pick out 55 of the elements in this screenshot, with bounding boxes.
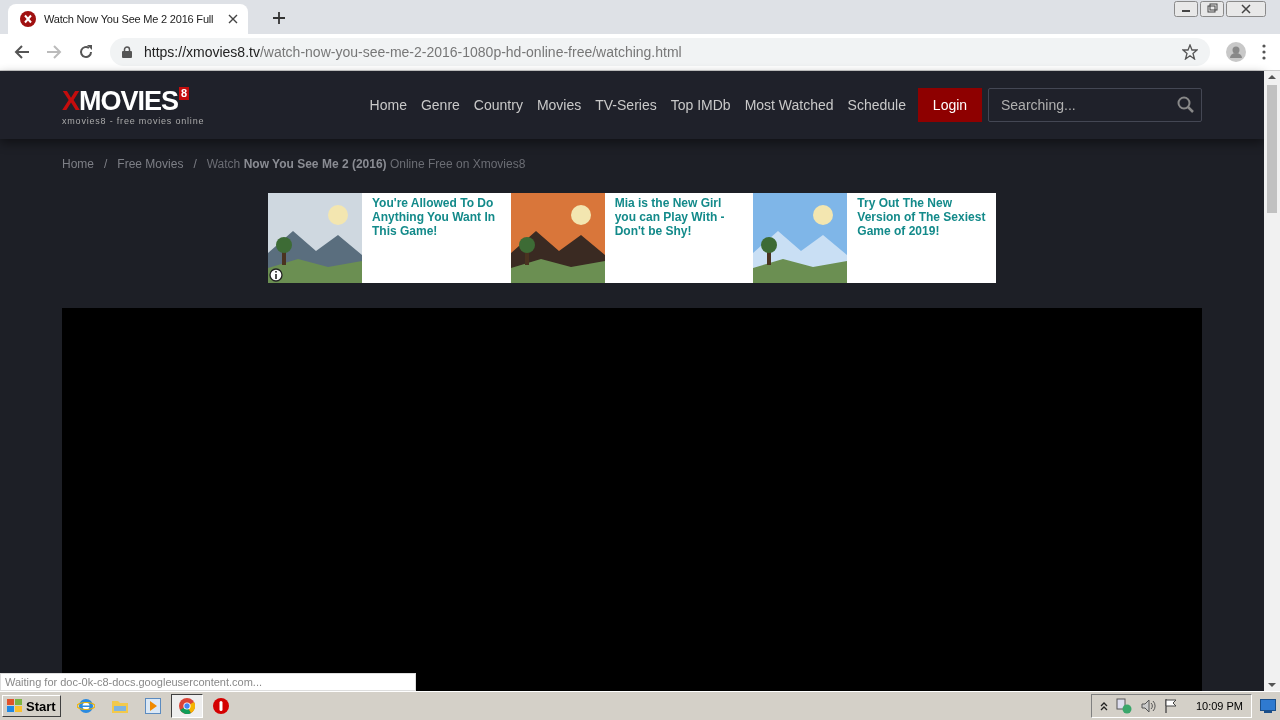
login-button[interactable]: Login (918, 88, 982, 122)
chrome-icon (178, 698, 195, 714)
menu-icon[interactable] (1262, 44, 1266, 60)
scrollbar[interactable] (1264, 71, 1280, 691)
back-icon[interactable] (14, 44, 30, 60)
logo-letter: X (62, 86, 79, 115)
star-icon[interactable] (1182, 44, 1198, 60)
x-logo-icon (20, 11, 36, 27)
nav-link[interactable]: Movies (536, 97, 582, 113)
plus-icon[interactable] (272, 11, 286, 25)
nav-link[interactable]: Home (369, 97, 407, 113)
tab-title: Watch Now You See Me 2 2016 Full (44, 13, 215, 25)
status-bubble: Waiting for doc-0k-c8-docs.googleusercontent.com... (0, 673, 416, 691)
show-desktop-icon[interactable] (1260, 699, 1276, 713)
flag-icon[interactable] (1163, 698, 1178, 714)
close-icon[interactable] (228, 14, 238, 24)
logo-badge: 8 (179, 86, 190, 100)
breadcrumb-link[interactable]: Free Movies (117, 157, 184, 171)
browser-tab[interactable]: Watch Now You See Me 2 2016 Full (8, 4, 248, 34)
windows-logo-icon (7, 699, 23, 713)
search-field[interactable]: Searching... (988, 88, 1202, 122)
nav-link[interactable]: Country (473, 97, 523, 113)
speaker-icon[interactable] (1139, 698, 1156, 714)
logo-tagline: xmovies8 - free movies online (62, 115, 205, 126)
minimize-icon[interactable] (1174, 1, 1198, 17)
breadcrumb-separator: / (104, 157, 108, 171)
nav-link[interactable]: Genre (420, 97, 460, 113)
reload-icon[interactable] (78, 44, 94, 60)
stop-sign-icon[interactable] (212, 698, 229, 714)
avatar-icon[interactable] (1226, 42, 1246, 62)
close-icon[interactable] (1226, 1, 1266, 17)
nav-link[interactable]: TV-Series (595, 97, 657, 113)
nav-link[interactable]: Schedule (847, 97, 906, 113)
ad-headline[interactable]: You're Allowed To Do Anything You Want In This Game! (362, 193, 511, 283)
breadcrumb-current: Watch Now You See Me 2 (2016) Online Free on Xmovies8 (206, 157, 526, 171)
taskbar-button[interactable] (170, 694, 203, 718)
lock-icon (122, 46, 132, 58)
address-bar[interactable]: https://xmovies8.tv/watch-now-you-see-me-2-2016-1080p-hd-online-free/watching.html (110, 38, 1210, 66)
ad-headline[interactable]: Mia is the New Girl you can Play With - Don't be Shy! (604, 193, 754, 283)
clock[interactable]: 10:09 PM (1195, 700, 1243, 712)
media-player-icon[interactable] (144, 698, 161, 714)
browser-e-icon[interactable] (76, 697, 95, 715)
info-icon[interactable] (269, 268, 283, 282)
logo-wordmark: MOVIES (79, 86, 179, 115)
search-icon[interactable] (1177, 96, 1194, 113)
breadcrumb-link[interactable]: Home (62, 157, 94, 171)
restore-icon[interactable] (1200, 1, 1224, 17)
breadcrumb-separator: / (193, 157, 197, 171)
start-button[interactable]: Start (2, 695, 61, 717)
nav-link[interactable]: Most Watched (744, 97, 834, 113)
url-text: https://xmovies8.tv/watch-now-you-see-me-2-2016-1080p-hd-online-free/watching.html (144, 44, 682, 60)
scroll-thumb[interactable] (1267, 85, 1277, 213)
ad-headline[interactable]: Try Out The New Version of The Sexiest Game of 2019! (847, 193, 996, 283)
chevron-up-icon[interactable] (1099, 701, 1108, 711)
nav-link[interactable]: Top IMDb (670, 97, 731, 113)
